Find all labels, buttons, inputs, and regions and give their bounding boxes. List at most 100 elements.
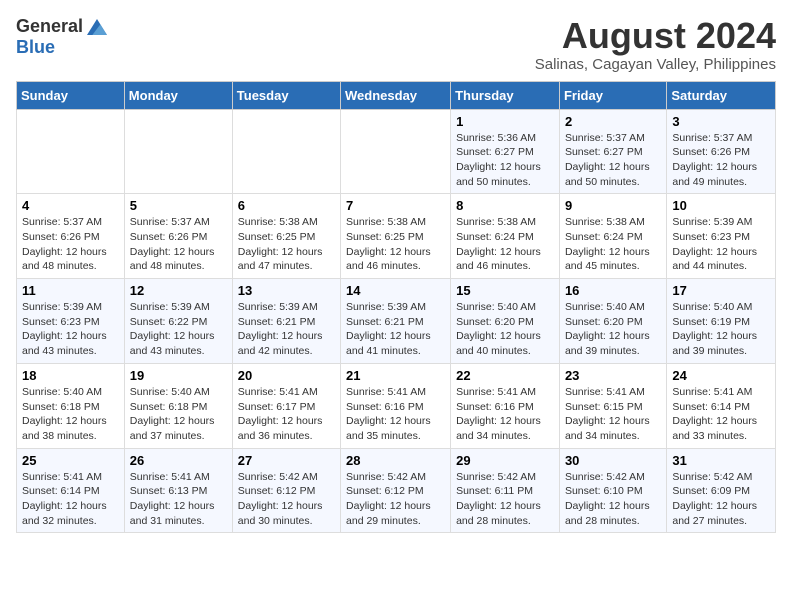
location-title: Salinas, Cagayan Valley, Philippines bbox=[535, 56, 776, 73]
calendar-cell: 15Sunrise: 5:40 AMSunset: 6:20 PMDayligh… bbox=[451, 279, 560, 364]
day-info: Sunrise: 5:39 AMSunset: 6:21 PMDaylight:… bbox=[346, 300, 445, 359]
calendar-table: SundayMondayTuesdayWednesdayThursdayFrid… bbox=[16, 81, 776, 534]
day-number: 15 bbox=[456, 283, 554, 298]
day-info: Sunrise: 5:40 AMSunset: 6:20 PMDaylight:… bbox=[565, 300, 661, 359]
calendar-week-row: 18 Sunrise: 5:40 AMSunset: 6:18 PMDayligh… bbox=[17, 363, 776, 448]
logo: General Blue bbox=[16, 16, 107, 58]
day-number: 29 bbox=[456, 453, 554, 468]
day-number: 11 bbox=[22, 283, 119, 298]
day-info: Sunrise: 5:39 AMSunset: 6:22 PMDaylight:… bbox=[130, 300, 227, 359]
title-block: August 2024 Salinas, Cagayan Valley, Phi… bbox=[535, 16, 776, 73]
day-info: Sunrise: 5:42 AMSunset: 6:12 PMDaylight:… bbox=[346, 470, 445, 529]
calendar-cell bbox=[341, 109, 451, 194]
header-monday: Monday bbox=[124, 81, 232, 109]
day-info: Sunrise: 5:37 AMSunset: 6:26 PMDaylight:… bbox=[672, 131, 770, 190]
day-info: Sunrise: 5:37 AMSunset: 6:27 PMDaylight:… bbox=[565, 131, 661, 190]
day-number: 9 bbox=[565, 198, 661, 213]
day-number: 8 bbox=[456, 198, 554, 213]
day-info: Sunrise: 5:38 AMSunset: 6:25 PMDaylight:… bbox=[238, 215, 335, 274]
day-info: Sunrise: 5:40 AMSunset: 6:19 PMDaylight:… bbox=[672, 300, 770, 359]
day-number: 27 bbox=[238, 453, 335, 468]
logo-icon bbox=[87, 17, 107, 37]
calendar-cell: 31 Sunrise: 5:42 AMSunset: 6:09 PMDayligh… bbox=[667, 448, 776, 533]
day-info: Sunrise: 5:41 AMSunset: 6:16 PMDaylight:… bbox=[456, 385, 554, 444]
day-info: Sunrise: 5:42 AMSunset: 6:11 PMDaylight:… bbox=[456, 470, 554, 529]
calendar-cell: 29 Sunrise: 5:42 AMSunset: 6:11 PMDayligh… bbox=[451, 448, 560, 533]
day-info: Sunrise: 5:42 AMSunset: 6:12 PMDaylight:… bbox=[238, 470, 335, 529]
calendar-cell: 13 Sunrise: 5:39 AMSunset: 6:21 PMDayligh… bbox=[232, 279, 340, 364]
calendar-cell: 11 Sunrise: 5:39 AMSunset: 6:23 PMDayligh… bbox=[17, 279, 125, 364]
day-number: 7 bbox=[346, 198, 445, 213]
day-info: Sunrise: 5:37 AMSunset: 6:26 PMDaylight:… bbox=[22, 215, 119, 274]
day-number: 13 bbox=[238, 283, 335, 298]
calendar-cell: 6 Sunrise: 5:38 AMSunset: 6:25 PMDaylight… bbox=[232, 194, 340, 279]
calendar-week-row: 25 Sunrise: 5:41 AMSunset: 6:14 PMDayligh… bbox=[17, 448, 776, 533]
day-number: 4 bbox=[22, 198, 119, 213]
day-number: 2 bbox=[565, 114, 661, 129]
day-info: Sunrise: 5:37 AMSunset: 6:26 PMDaylight:… bbox=[130, 215, 227, 274]
header-thursday: Thursday bbox=[451, 81, 560, 109]
calendar-header-row: SundayMondayTuesdayWednesdayThursdayFrid… bbox=[17, 81, 776, 109]
day-info: Sunrise: 5:41 AMSunset: 6:14 PMDaylight:… bbox=[672, 385, 770, 444]
page-header: General Blue August 2024 Salinas, Cagaya… bbox=[16, 16, 776, 73]
day-number: 17 bbox=[672, 283, 770, 298]
calendar-cell: 21Sunrise: 5:41 AMSunset: 6:16 PMDayligh… bbox=[341, 363, 451, 448]
calendar-cell: 5 Sunrise: 5:37 AMSunset: 6:26 PMDaylight… bbox=[124, 194, 232, 279]
day-info: Sunrise: 5:38 AMSunset: 6:24 PMDaylight:… bbox=[456, 215, 554, 274]
day-number: 3 bbox=[672, 114, 770, 129]
calendar-cell: 10Sunrise: 5:39 AMSunset: 6:23 PMDayligh… bbox=[667, 194, 776, 279]
calendar-week-row: 1 Sunrise: 5:36 AMSunset: 6:27 PMDaylight… bbox=[17, 109, 776, 194]
day-info: Sunrise: 5:41 AMSunset: 6:14 PMDaylight:… bbox=[22, 470, 119, 529]
day-info: Sunrise: 5:41 AMSunset: 6:13 PMDaylight:… bbox=[130, 470, 227, 529]
calendar-cell: 23Sunrise: 5:41 AMSunset: 6:15 PMDayligh… bbox=[559, 363, 666, 448]
calendar-cell: 3 Sunrise: 5:37 AMSunset: 6:26 PMDaylight… bbox=[667, 109, 776, 194]
calendar-cell: 22 Sunrise: 5:41 AMSunset: 6:16 PMDayligh… bbox=[451, 363, 560, 448]
calendar-cell: 20Sunrise: 5:41 AMSunset: 6:17 PMDayligh… bbox=[232, 363, 340, 448]
day-info: Sunrise: 5:38 AMSunset: 6:25 PMDaylight:… bbox=[346, 215, 445, 274]
calendar-cell: 16 Sunrise: 5:40 AMSunset: 6:20 PMDayligh… bbox=[559, 279, 666, 364]
header-tuesday: Tuesday bbox=[232, 81, 340, 109]
header-friday: Friday bbox=[559, 81, 666, 109]
header-wednesday: Wednesday bbox=[341, 81, 451, 109]
calendar-cell: 30 Sunrise: 5:42 AMSunset: 6:10 PMDayligh… bbox=[559, 448, 666, 533]
calendar-cell: 19Sunrise: 5:40 AMSunset: 6:18 PMDayligh… bbox=[124, 363, 232, 448]
day-number: 31 bbox=[672, 453, 770, 468]
day-info: Sunrise: 5:36 AMSunset: 6:27 PMDaylight:… bbox=[456, 131, 554, 190]
day-number: 10 bbox=[672, 198, 770, 213]
calendar-cell bbox=[124, 109, 232, 194]
day-number: 18 bbox=[22, 368, 119, 383]
calendar-cell bbox=[232, 109, 340, 194]
day-number: 30 bbox=[565, 453, 661, 468]
calendar-cell: 18 Sunrise: 5:40 AMSunset: 6:18 PMDayligh… bbox=[17, 363, 125, 448]
day-info: Sunrise: 5:42 AMSunset: 6:09 PMDaylight:… bbox=[672, 470, 770, 529]
day-number: 16 bbox=[565, 283, 661, 298]
calendar-cell: 28 Sunrise: 5:42 AMSunset: 6:12 PMDayligh… bbox=[341, 448, 451, 533]
day-number: 21 bbox=[346, 368, 445, 383]
calendar-cell: 9 Sunrise: 5:38 AMSunset: 6:24 PMDaylight… bbox=[559, 194, 666, 279]
logo-general-text: General bbox=[16, 16, 83, 37]
day-info: Sunrise: 5:42 AMSunset: 6:10 PMDaylight:… bbox=[565, 470, 661, 529]
day-number: 5 bbox=[130, 198, 227, 213]
logo-blue-text: Blue bbox=[16, 37, 55, 58]
day-number: 20 bbox=[238, 368, 335, 383]
header-sunday: Sunday bbox=[17, 81, 125, 109]
day-number: 28 bbox=[346, 453, 445, 468]
calendar-cell bbox=[17, 109, 125, 194]
day-number: 22 bbox=[456, 368, 554, 383]
day-info: Sunrise: 5:40 AMSunset: 6:18 PMDaylight:… bbox=[22, 385, 119, 444]
calendar-cell: 14Sunrise: 5:39 AMSunset: 6:21 PMDayligh… bbox=[341, 279, 451, 364]
day-info: Sunrise: 5:39 AMSunset: 6:23 PMDaylight:… bbox=[22, 300, 119, 359]
day-info: Sunrise: 5:38 AMSunset: 6:24 PMDaylight:… bbox=[565, 215, 661, 274]
day-number: 24 bbox=[672, 368, 770, 383]
calendar-cell: 17 Sunrise: 5:40 AMSunset: 6:19 PMDayligh… bbox=[667, 279, 776, 364]
day-number: 25 bbox=[22, 453, 119, 468]
day-number: 1 bbox=[456, 114, 554, 129]
calendar-cell: 4 Sunrise: 5:37 AMSunset: 6:26 PMDaylight… bbox=[17, 194, 125, 279]
calendar-cell: 24 Sunrise: 5:41 AMSunset: 6:14 PMDayligh… bbox=[667, 363, 776, 448]
calendar-cell: 2 Sunrise: 5:37 AMSunset: 6:27 PMDaylight… bbox=[559, 109, 666, 194]
calendar-cell: 8 Sunrise: 5:38 AMSunset: 6:24 PMDaylight… bbox=[451, 194, 560, 279]
day-number: 6 bbox=[238, 198, 335, 213]
day-number: 12 bbox=[130, 283, 227, 298]
day-info: Sunrise: 5:39 AMSunset: 6:21 PMDaylight:… bbox=[238, 300, 335, 359]
month-title: August 2024 bbox=[535, 16, 776, 56]
